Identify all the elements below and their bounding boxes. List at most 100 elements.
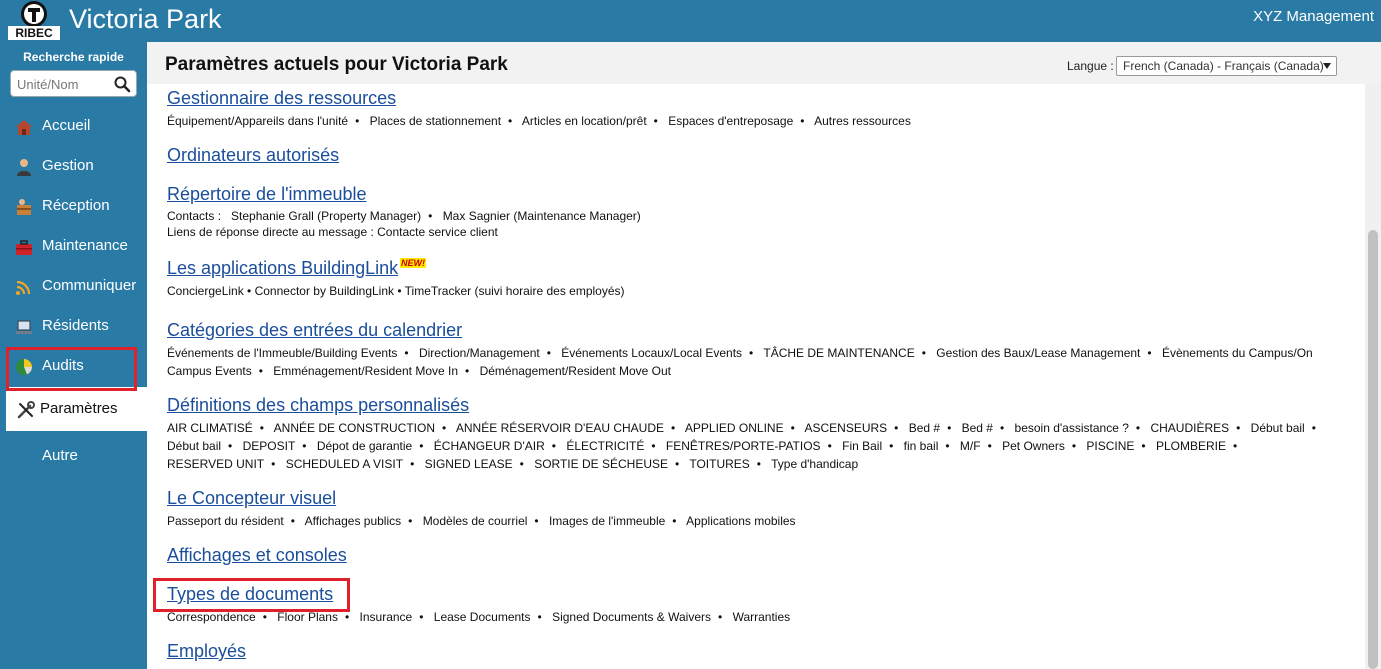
section-item[interactable]: Type d'handicap [771, 457, 858, 471]
section-item[interactable]: Pet Owners [1002, 439, 1065, 453]
logo-text: RIBEC [15, 26, 53, 40]
section-item[interactable]: Signed Documents & Waivers [552, 610, 711, 624]
section-item[interactable]: Passeport du résident [167, 514, 284, 528]
section-item[interactable]: TimeTracker (suivi horaire des employés) [405, 284, 625, 298]
section-item[interactable]: Espaces d'entreposage [668, 114, 793, 128]
section-item[interactable]: besoin d'assistance ? [1015, 421, 1129, 435]
section-item[interactable]: RESERVED UNIT [167, 457, 264, 471]
section-title-link[interactable]: Types de documents [167, 584, 333, 605]
section-item[interactable]: ASCENSEURS [804, 421, 887, 435]
section-item[interactable]: ANNÉE RÉSERVOIR D'EAU CHAUDE [456, 421, 664, 435]
section-item[interactable]: Warranties [733, 610, 791, 624]
section-item[interactable]: Connector by BuildingLink [255, 284, 394, 298]
search-icon[interactable] [113, 75, 131, 93]
section-item[interactable]: SIGNED LEASE [425, 457, 513, 471]
vertical-scrollbar[interactable] [1365, 84, 1381, 669]
main-content: Paramètres actuels pour Victoria Park La… [147, 42, 1381, 669]
section-item[interactable]: ÉLECTRICITÉ [566, 439, 644, 453]
sidebar-item-label: Audits [42, 357, 84, 374]
section-item[interactable]: Équipement/Appareils dans l'unité [167, 114, 348, 128]
sidebar-item-accueil[interactable]: Accueil [0, 107, 147, 145]
sidebar-item-label: Gestion [42, 157, 94, 174]
chevron-down-icon [1323, 63, 1331, 69]
section-item[interactable]: Applications mobiles [686, 514, 795, 528]
section-item[interactable]: Bed # [909, 421, 940, 435]
section-item[interactable]: AIR CLIMATISÉ [167, 421, 253, 435]
section-item[interactable]: TÂCHE DE MAINTENANCE [763, 346, 914, 360]
language-select[interactable]: French (Canada) - Français (Canada) [1116, 56, 1337, 76]
section-item[interactable]: Événements de l'Immeuble/Building Events [167, 346, 397, 360]
section-title-link[interactable]: Catégories des entrées du calendrier [167, 320, 462, 341]
section-item[interactable]: PISCINE [1086, 439, 1134, 453]
section-title-link[interactable]: Définitions des champs personnalisés [167, 395, 469, 416]
section-item[interactable]: Bed # [962, 421, 993, 435]
site-title: Victoria Park [69, 4, 222, 34]
section-item[interactable]: CHAUDIÈRES [1150, 421, 1229, 435]
section-item[interactable]: ÉCHANGEUR D'AIR [434, 439, 545, 453]
section-item[interactable]: Floor Plans [277, 610, 338, 624]
section-item[interactable]: Correspondence [167, 610, 256, 624]
sidebar-item-label: Communiquer [42, 277, 137, 294]
section-custom-fields: Définitions des champs personnalisés AIR… [167, 395, 1342, 473]
section-title-link[interactable]: Répertoire de l'immeuble [167, 184, 367, 205]
section-item[interactable]: PLOMBERIE [1156, 439, 1226, 453]
contact-item[interactable]: Max Sagnier (Maintenance Manager) [443, 209, 641, 223]
section-item[interactable]: Emménagement/Resident Move In [273, 364, 458, 378]
section-title-link[interactable]: Les applications BuildingLink [167, 258, 398, 279]
section-item[interactable]: Modèles de courriel [423, 514, 528, 528]
section-item[interactable]: Fin Bail [842, 439, 882, 453]
section-document-types: Types de documents Correspondence • Floor… [167, 584, 1342, 626]
section-item[interactable]: APPLIED ONLINE [685, 421, 784, 435]
section-item[interactable]: Insurance [360, 610, 413, 624]
section-item[interactable]: Dépot de garantie [317, 439, 412, 453]
section-item[interactable]: Direction/Management [419, 346, 540, 360]
section-title-link[interactable]: Gestionnaire des ressources [167, 88, 396, 109]
content-header: Paramètres actuels pour Victoria Park La… [147, 42, 1381, 84]
section-item[interactable]: TOITURES [689, 457, 749, 471]
section-item[interactable]: fin bail [904, 439, 939, 453]
section-title-link[interactable]: Le Concepteur visuel [167, 488, 336, 509]
sidebar-item-reception[interactable]: Réception [0, 187, 147, 225]
section-item[interactable]: SCHEDULED A VISIT [286, 457, 403, 471]
sidebar-item-parametres[interactable]: Paramètres [6, 387, 147, 431]
sidebar-item-maintenance[interactable]: Maintenance [0, 227, 147, 265]
sidebar-item-communiquer[interactable]: Communiquer [0, 267, 147, 305]
sidebar-item-autre[interactable]: Autre [0, 437, 147, 475]
quick-search-input[interactable] [17, 75, 112, 93]
section-items: Correspondence • Floor Plans • Insurance • … [167, 610, 791, 624]
contact-item[interactable]: Stephanie Grall (Property Manager) [231, 209, 421, 223]
section-title-link[interactable]: Ordinateurs autorisés [167, 145, 339, 166]
sidebar-item-label: Maintenance [42, 237, 128, 254]
section-item[interactable]: Déménagement/Resident Move Out [480, 364, 671, 378]
section-item[interactable]: M/F [960, 439, 981, 453]
sidebar-item-residents[interactable]: Résidents [0, 307, 147, 345]
section-item[interactable]: FENÊTRES/PORTE-PATIOS [666, 439, 821, 453]
section-item[interactable]: Gestion des Baux/Lease Management [936, 346, 1140, 360]
section-title-link[interactable]: Employés [167, 641, 246, 662]
section-item[interactable]: Début bail [1251, 421, 1305, 435]
section-item[interactable]: Affichages publics [305, 514, 402, 528]
section-item[interactable]: Événements Locaux/Local Events [561, 346, 742, 360]
sidebar-item-audits[interactable]: Audits [0, 347, 147, 385]
section-items: Passeport du résident • Affichages public… [167, 514, 796, 528]
section-visual-designer: Le Concepteur visuel Passeport du réside… [167, 488, 1342, 530]
section-item[interactable]: Lease Documents [434, 610, 531, 624]
section-item[interactable]: SORTIE DE SÉCHEUSE [534, 457, 668, 471]
section-item[interactable]: ANNÉE DE CONSTRUCTION [274, 421, 435, 435]
section-item[interactable]: Places de stationnement [370, 114, 501, 128]
sidebar-item-gestion[interactable]: Gestion [0, 147, 147, 185]
section-item[interactable]: Articles en location/prêt [522, 114, 647, 128]
scrollbar-thumb[interactable] [1368, 230, 1378, 669]
laptop-icon [16, 320, 32, 334]
top-header: RIBEC Victoria Park XYZ Management [0, 0, 1381, 42]
house-icon [16, 120, 32, 135]
person-icon [17, 159, 31, 176]
package-icon [17, 199, 31, 215]
management-name[interactable]: XYZ Management [1253, 8, 1374, 25]
section-title-link[interactable]: Affichages et consoles [167, 545, 347, 566]
section-item[interactable]: Autres ressources [814, 114, 911, 128]
section-item[interactable]: Images de l'immeuble [549, 514, 665, 528]
section-item[interactable]: ConciergeLink [167, 284, 244, 298]
section-item[interactable]: DEPOSIT [243, 439, 296, 453]
section-item[interactable]: Début bail [167, 439, 221, 453]
